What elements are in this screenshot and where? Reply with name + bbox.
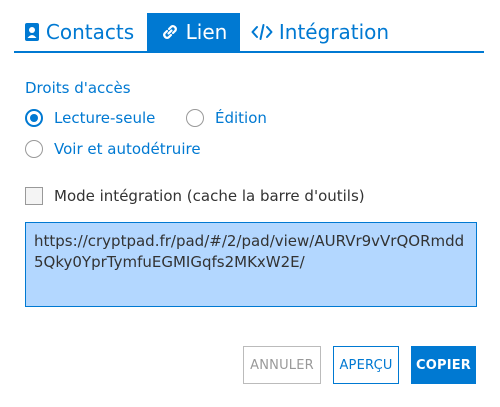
access-rights-title: Droits d'accès — [25, 79, 131, 97]
radio-edit-button[interactable] — [186, 109, 204, 127]
radio-read-only-button[interactable] — [25, 109, 43, 127]
radio-view-once[interactable]: Voir et autodétruire — [25, 140, 201, 158]
tab-integration[interactable]: Intégration — [244, 13, 396, 51]
tab-contacts-label: Contacts — [45, 20, 135, 44]
code-icon — [251, 22, 273, 42]
preview-button[interactable]: APERÇU — [333, 346, 399, 384]
share-link-field[interactable]: https://cryptpad.fr/pad/#/2/pad/view/AUR… — [25, 222, 477, 307]
radio-view-once-label: Voir et autodétruire — [54, 140, 201, 158]
copy-button[interactable]: COPIER — [411, 346, 476, 384]
tab-integration-label: Intégration — [278, 20, 390, 44]
tabs-underline — [14, 51, 484, 53]
radio-edit-label: Édition — [215, 109, 267, 127]
radio-edit[interactable]: Édition — [186, 109, 267, 127]
radio-view-once-button[interactable] — [25, 140, 43, 158]
cancel-button[interactable]: ANNULER — [243, 346, 321, 384]
tab-contacts[interactable]: Contacts — [14, 13, 144, 51]
tab-lien-label: Lien — [185, 20, 228, 44]
link-icon — [160, 22, 180, 42]
embed-mode-option[interactable]: Mode intégration (cache la barre d'outil… — [25, 187, 365, 205]
tab-lien[interactable]: Lien — [147, 13, 240, 51]
address-book-icon — [24, 22, 40, 42]
radio-read-only[interactable]: Lecture-seule — [25, 109, 155, 127]
embed-mode-label: Mode intégration (cache la barre d'outil… — [54, 187, 365, 205]
radio-read-only-label: Lecture-seule — [54, 109, 156, 127]
share-tabs: Contacts Lien Intégration — [14, 13, 484, 53]
embed-mode-checkbox[interactable] — [25, 187, 43, 205]
